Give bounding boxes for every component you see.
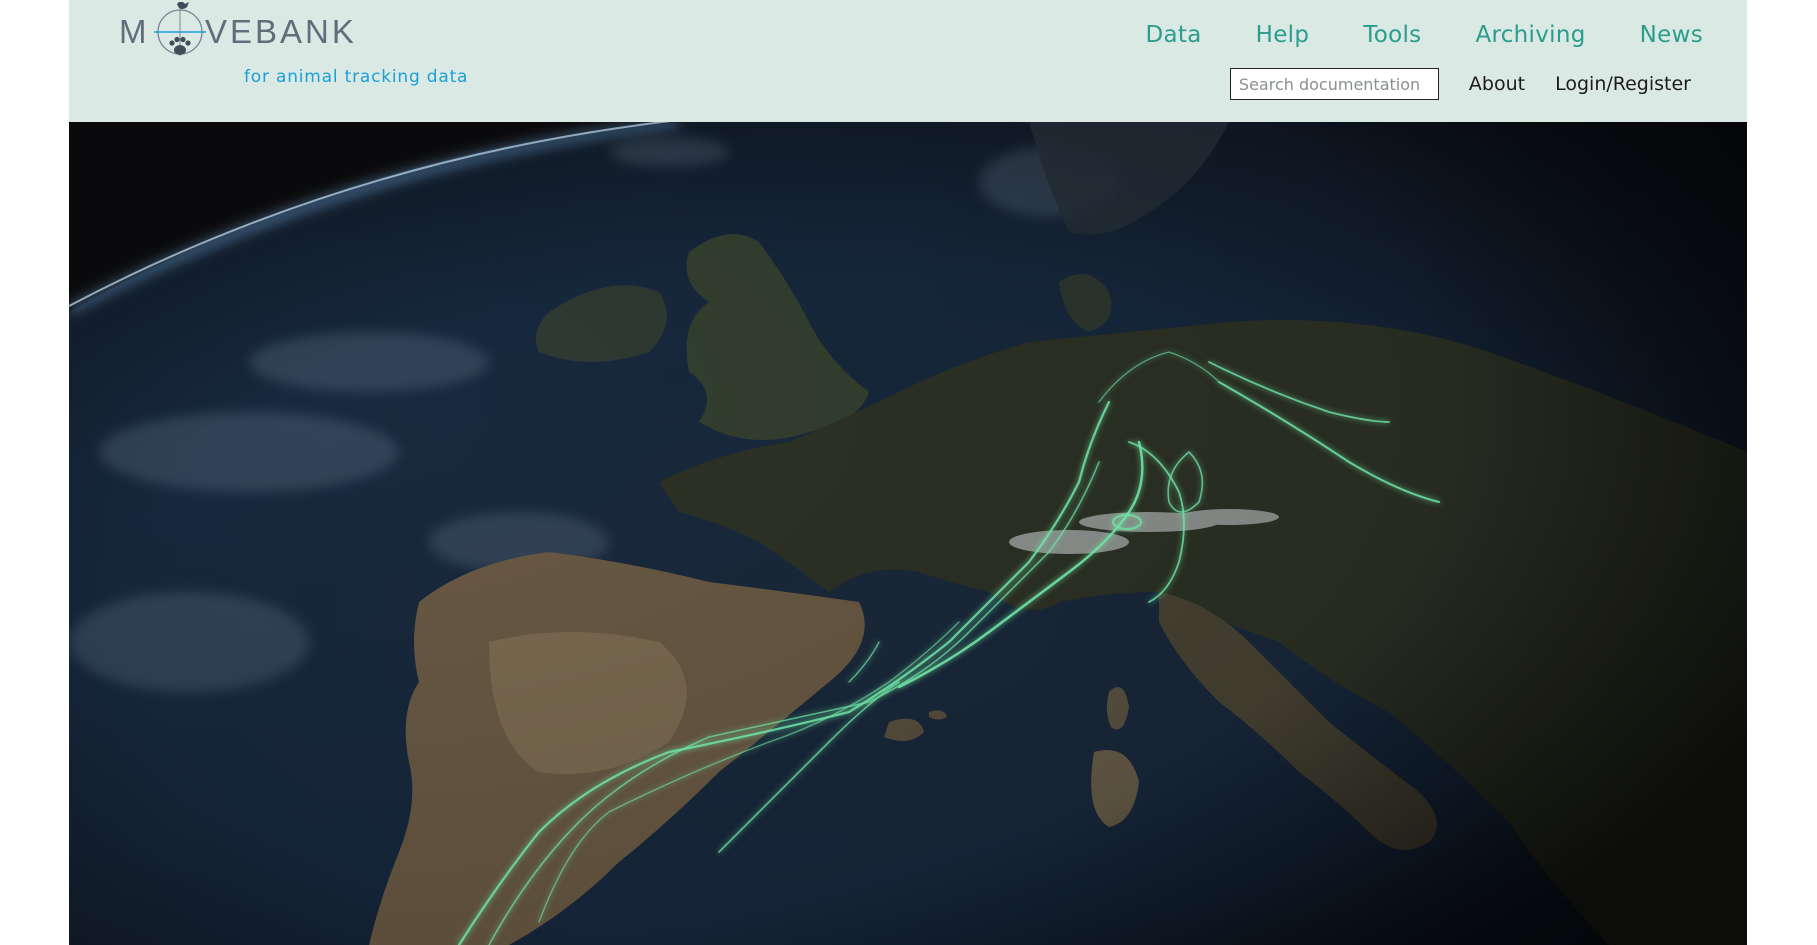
nav-archiving[interactable]: Archiving (1475, 22, 1585, 48)
brand-tagline: for animal tracking data (244, 67, 469, 87)
svg-text:VEBANK: VEBANK (205, 13, 357, 50)
hero-earth-image (69, 122, 1747, 945)
bird-icon (177, 2, 189, 10)
nav-about[interactable]: About (1469, 73, 1525, 95)
site-header: M VEBANK for animal tracking data Data H… (69, 0, 1747, 122)
movebank-logo-link[interactable]: M VEBANK for animal tracking data (119, 0, 467, 95)
logo-text: M (119, 13, 150, 50)
search-documentation-input[interactable] (1229, 68, 1439, 100)
main-nav: Data Help Tools Archiving News (1092, 22, 1703, 48)
nav-news[interactable]: News (1640, 22, 1703, 48)
movebank-logo: M VEBANK (119, 2, 357, 56)
europe-migration-tracks-image (69, 122, 1747, 945)
nav-login-register[interactable]: Login/Register (1555, 73, 1691, 95)
nav-data[interactable]: Data (1146, 22, 1202, 48)
nav-tools[interactable]: Tools (1363, 22, 1421, 48)
page: M VEBANK for animal tracking data Data H… (69, 0, 1747, 945)
secondary-nav: About Login/Register (1229, 68, 1691, 100)
nav-help[interactable]: Help (1256, 22, 1310, 48)
